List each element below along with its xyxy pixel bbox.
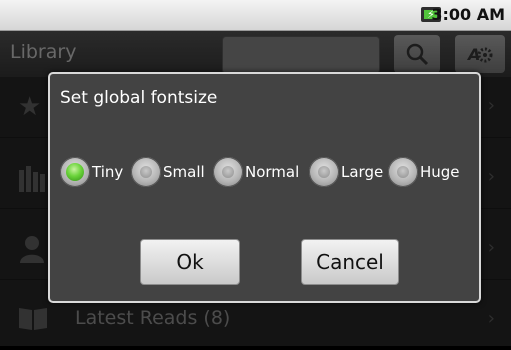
ok-button[interactable]: Ok	[140, 239, 240, 285]
radio-unselected-icon	[309, 157, 339, 187]
radio-normal[interactable]: Normal	[213, 154, 299, 190]
radio-selected-icon	[60, 157, 90, 187]
radio-unselected-icon	[131, 157, 161, 187]
radio-unselected-icon	[388, 157, 418, 187]
radio-small[interactable]: Small	[131, 154, 205, 190]
dialog-title: Set global fontsize	[60, 88, 218, 108]
fontsize-dialog: Set global fontsize Tiny Small Normal La…	[48, 72, 481, 303]
radio-unselected-icon	[213, 157, 243, 187]
status-bar: ⚡ 3:00 AM	[0, 0, 511, 31]
status-time: 3:00 AM	[431, 5, 505, 24]
radio-huge[interactable]: Huge	[388, 154, 460, 190]
radio-tiny[interactable]: Tiny	[60, 154, 123, 190]
cancel-button[interactable]: Cancel	[301, 239, 399, 285]
radio-large[interactable]: Large	[309, 154, 383, 190]
